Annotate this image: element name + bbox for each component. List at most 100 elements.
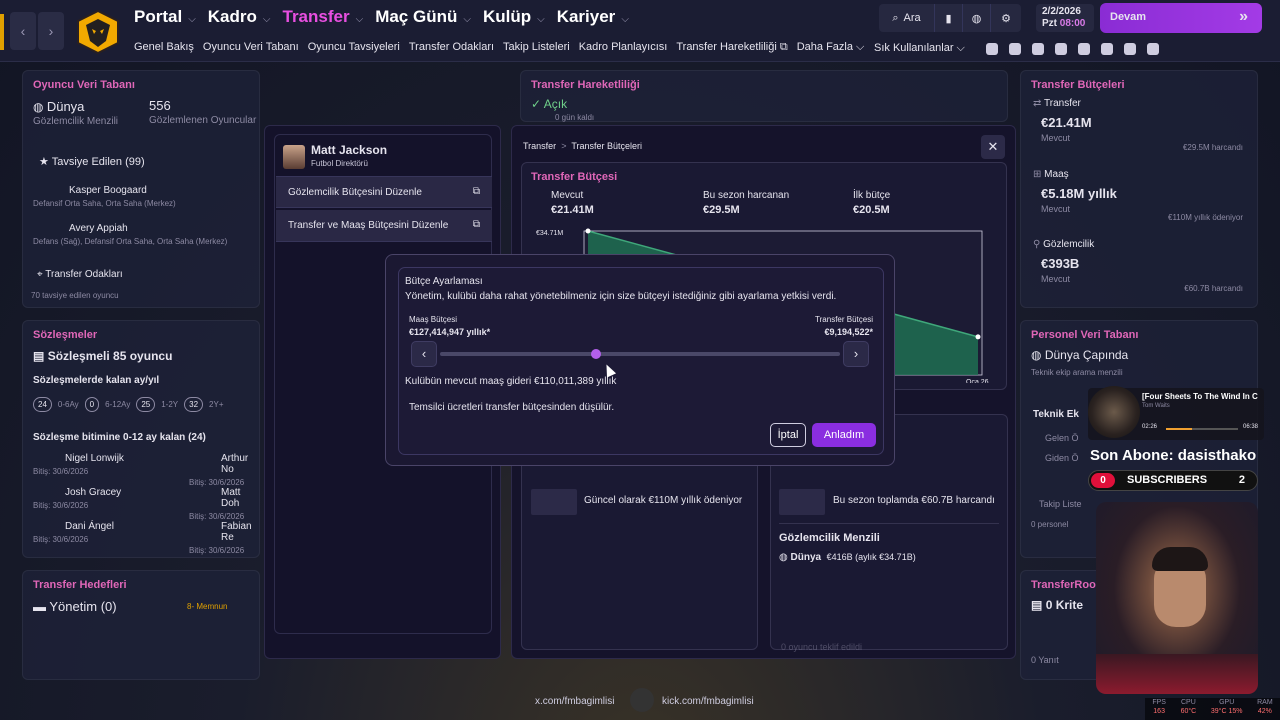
- confirm-button[interactable]: Anladım: [812, 423, 876, 447]
- staff-outgoing[interactable]: Giden Ö: [1045, 453, 1079, 463]
- contracts-panel[interactable]: Sözleşmeler ▤ Sözleşmeli 85 oyuncu Sözle…: [22, 320, 260, 558]
- chat-icon[interactable]: [985, 42, 998, 55]
- club-logo[interactable]: [74, 9, 122, 55]
- globe-button[interactable]: ◍: [963, 4, 991, 32]
- contract-badge[interactable]: 24: [33, 397, 52, 412]
- panel-title: Personel Veri Tabanı: [1031, 329, 1139, 341]
- top-navigation-bar: ‹ › Portal ⌵ Kadro ⌵ Transfer ⌵ Maç Günü ⌵ K…: [0, 0, 1280, 62]
- section-title: Transfer Bütçesi: [531, 171, 618, 183]
- scout-spent: €60.7B harcandı: [1184, 284, 1243, 293]
- increase-button[interactable]: ›: [843, 341, 869, 367]
- panel-title: Oyuncu Veri Tabanı: [33, 79, 135, 91]
- menu-kulup[interactable]: Kulüp ⌵: [483, 7, 545, 27]
- submenu-oyuncu-veri-tabani[interactable]: Oyuncu Veri Tabanı: [203, 41, 299, 54]
- expiring-label: Sözleşme bitimine 0-12 ay kalan (24): [33, 432, 206, 443]
- scout-value: €393B: [1041, 256, 1080, 271]
- settings-button[interactable]: ⚙: [991, 4, 1021, 32]
- wage-value: €5.18M yıllık: [1041, 186, 1117, 201]
- double-chevron-icon: »: [1239, 8, 1248, 25]
- divider: [779, 523, 999, 524]
- gaming-chair: [1096, 654, 1258, 694]
- initial-value: €20.5M: [853, 204, 890, 216]
- inbox-button[interactable]: ▮: [935, 4, 963, 32]
- chevron-left-icon: ‹: [421, 346, 427, 361]
- staff-note: 0 oyuncu teklif edildi: [781, 642, 863, 652]
- list-item[interactable]: Fabian Re Bitiş: 30/6/2026: [189, 521, 259, 555]
- subs-left: 0: [1091, 473, 1115, 488]
- recommended-label: Tavsiye Edilen (99): [51, 156, 145, 168]
- edit-transfer-wage-budget-item[interactable]: Transfer ve Maaş Bütçesini Düzenle ⧉: [276, 210, 492, 242]
- shortcuts-dropdown[interactable]: Sık Kullanılanlar ⌵: [874, 42, 965, 55]
- list-item[interactable]: Dani Ángel Bitiş: 30/6/2026: [33, 521, 114, 544]
- system-stats: FPS 163 CPU 60°C GPU 39°C 15% RAM 42%: [1145, 698, 1280, 720]
- menu-kadro[interactable]: Kadro ⌵: [208, 7, 271, 27]
- edit-scouting-budget-item[interactable]: Gözlemcilik Bütçesini Düzenle ⧉: [276, 176, 492, 208]
- budget-slider-thumb[interactable]: [591, 349, 601, 359]
- submenu-oyuncu-tavsiyeleri[interactable]: Oyuncu Tavsiyeleri: [308, 41, 400, 54]
- streamer-avatar: [630, 688, 654, 712]
- menu-mac-gunu[interactable]: Maç Günü ⌵: [375, 7, 471, 27]
- transfer-targets-panel[interactable]: Transfer Hedefleri ▬ Yönetim (0) 8- Memn…: [22, 570, 260, 680]
- submenu-transfer-hareketliligi[interactable]: Transfer Hareketliliği ⧉: [676, 41, 787, 54]
- close-icon: ✕: [987, 139, 999, 154]
- transfer-budgets-panel[interactable]: Transfer Bütçeleri ⇄ Transfer €21.41M Me…: [1020, 70, 1258, 308]
- watchlist-link[interactable]: Takip Liste: [1039, 499, 1082, 509]
- list-item[interactable]: Matt Doh Bitiş: 30/6/2026: [189, 487, 259, 521]
- transfer-window-panel[interactable]: Transfer Hareketliliği ✓ Açık 0 gün kald…: [520, 70, 1008, 122]
- list-item[interactable]: Josh Gracey Bitiş: 30/6/2026: [33, 487, 121, 510]
- submenu-kadro-planlayicisi[interactable]: Kadro Planlayıcısı: [579, 41, 668, 54]
- y-tick-label: €34.71M: [536, 230, 563, 237]
- time-text: 08:00: [1059, 18, 1086, 29]
- submenu-takip-listeleri[interactable]: Takip Listeleri: [503, 41, 570, 54]
- menu-transfer[interactable]: Transfer ⌵: [283, 7, 364, 27]
- stat-cpu: CPU 60°C: [1180, 699, 1197, 715]
- director-role: Futbol Direktörü: [311, 159, 368, 168]
- globe-icon: ◍: [1031, 348, 1042, 362]
- stat-gpu: GPU 39°C 15%: [1210, 699, 1243, 715]
- gear-icon: ⚙: [1001, 12, 1011, 25]
- current-value: €21.41M: [551, 204, 594, 216]
- contract-badge[interactable]: 32: [184, 397, 204, 412]
- initial-label: İlk bütçe: [853, 190, 891, 201]
- wage-budget-value: €127,414,947 yıllık*: [409, 327, 491, 337]
- close-button[interactable]: ✕: [981, 135, 1005, 159]
- menu-portal[interactable]: Portal ⌵: [134, 7, 196, 27]
- game-date: 2/2/2026 Pzt 08:00: [1036, 4, 1094, 32]
- continue-button[interactable]: Devam »: [1100, 3, 1262, 33]
- list-item[interactable]: Nigel Lonwijk Bitiş: 30/6/2026: [33, 453, 124, 476]
- contract-badge[interactable]: 25: [136, 397, 156, 412]
- refresh-icon[interactable]: [1077, 42, 1090, 55]
- back-button[interactable]: ‹: [10, 12, 36, 50]
- clipboard-icon[interactable]: [1031, 42, 1044, 55]
- menu-kariyer[interactable]: Kariyer ⌵: [557, 7, 629, 27]
- shirt-icon[interactable]: [1008, 42, 1021, 55]
- group-icon[interactable]: [1146, 42, 1159, 55]
- breadcrumb-current: Transfer Bütçeleri: [571, 141, 643, 151]
- trophy-icon[interactable]: [1100, 42, 1113, 55]
- staff-icon[interactable]: [1123, 42, 1136, 55]
- submenu-transfer-odaklari[interactable]: Transfer Odakları: [409, 41, 494, 54]
- list-item[interactable]: Kasper Boogaard Defansif Orta Saha, Orta…: [33, 185, 176, 208]
- song-progress: [1166, 428, 1238, 430]
- player-database-panel[interactable]: Oyuncu Veri Tabanı ◍ Dünya Gözlemcilik M…: [22, 70, 260, 308]
- decrease-button[interactable]: ‹: [411, 341, 437, 367]
- focus-link[interactable]: ⌖ Transfer Odakları: [37, 269, 123, 280]
- document-icon: ▤: [33, 349, 45, 363]
- list-item[interactable]: Avery Appiah Defans (Sağ), Defansif Orta…: [33, 223, 227, 246]
- contract-badge[interactable]: 0: [84, 397, 100, 412]
- breadcrumb-root[interactable]: Transfer: [523, 141, 556, 151]
- submenu-genel-bakis[interactable]: Genel Bakış: [134, 41, 194, 54]
- list-item[interactable]: Arthur No Bitiş: 30/6/2026: [189, 453, 259, 487]
- wage-expense-text: Kulübün mevcut maaş gideri €110,011,389 …: [405, 376, 617, 387]
- wage-budget-label: Maaş Bütçesi: [409, 315, 458, 324]
- transfer-icon: ⇄: [1033, 98, 1042, 109]
- submenu-daha-fazla[interactable]: Daha Fazla ⌵: [797, 41, 865, 54]
- forward-button[interactable]: ›: [38, 12, 64, 50]
- date-text: 2/2/2026: [1042, 6, 1081, 17]
- budget-slider-track[interactable]: [440, 352, 840, 356]
- tactics-icon[interactable]: [1054, 42, 1067, 55]
- search-icon: ⌕: [892, 11, 899, 24]
- cancel-button[interactable]: İptal: [770, 423, 806, 447]
- search-button[interactable]: ⌕ Ara: [879, 4, 935, 32]
- staff-incoming[interactable]: Gelen Ö: [1045, 433, 1079, 443]
